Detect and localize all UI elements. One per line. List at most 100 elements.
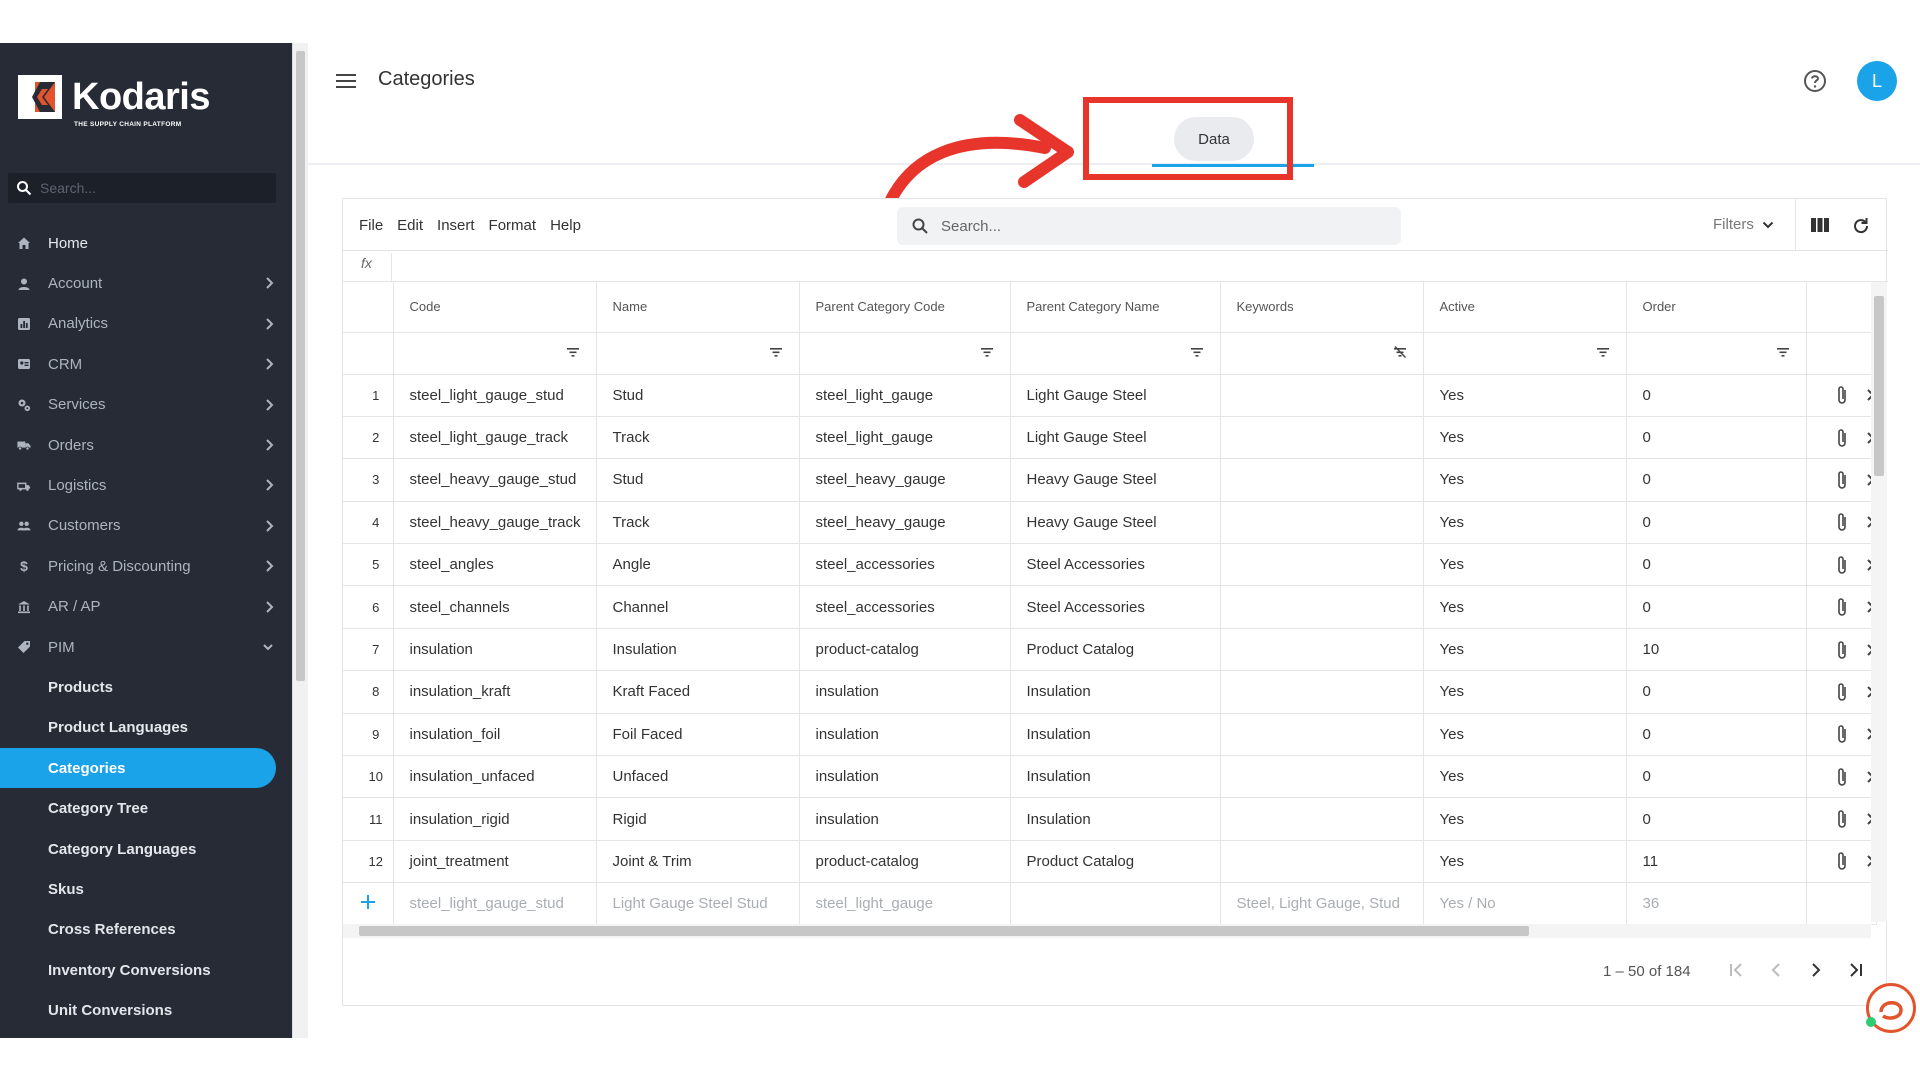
column-header-code[interactable]: Code [393, 282, 597, 333]
cell-keywords[interactable] [1220, 797, 1424, 841]
cell-order[interactable]: 0 [1626, 458, 1807, 502]
new-active-placeholder[interactable]: Yes / No [1423, 882, 1627, 926]
cell-active[interactable]: Yes [1423, 374, 1627, 417]
column-filter[interactable] [1423, 332, 1627, 375]
cell-order[interactable]: 0 [1626, 755, 1807, 799]
cell-keywords[interactable] [1220, 416, 1424, 460]
cell-parent-code[interactable]: insulation [799, 755, 1011, 799]
column-filter[interactable] [1220, 332, 1424, 375]
grid-horizontal-scrollbar-thumb[interactable] [359, 926, 1529, 936]
table-row[interactable]: 12 joint_treatment Joint & Trim product-cat… [343, 840, 1877, 884]
menu-insert[interactable]: Insert [437, 217, 475, 234]
cell-order[interactable]: 0 [1626, 374, 1807, 417]
table-row[interactable]: 8 insulation_kraft Kraft Faced insulation In… [343, 670, 1877, 714]
paperclip-icon[interactable] [1835, 766, 1849, 788]
new-keywords-placeholder[interactable]: Steel, Light Gauge, Stud [1220, 882, 1424, 926]
cell-active[interactable]: Yes [1423, 628, 1627, 672]
cell-name[interactable]: Channel [596, 585, 800, 629]
hamburger-menu-icon[interactable] [336, 73, 356, 89]
cell-active[interactable]: Yes [1423, 416, 1627, 460]
cell-name[interactable]: Track [596, 416, 800, 460]
cell-active[interactable]: Yes [1423, 585, 1627, 629]
table-row[interactable]: 1 steel_light_gauge_stud Stud steel_light_g… [343, 374, 1877, 417]
cell-active[interactable]: Yes [1423, 670, 1627, 714]
table-row[interactable]: 7 insulation Insulation product-catalog Prod… [343, 628, 1877, 672]
menu-file[interactable]: File [359, 217, 383, 234]
paperclip-icon[interactable] [1835, 554, 1849, 576]
column-header-parent-name[interactable]: Parent Category Name [1010, 282, 1221, 333]
sidebar-item-category-tree[interactable]: Category Tree [0, 788, 292, 828]
cell-parent-name[interactable]: Product Catalog [1010, 840, 1221, 884]
sidebar-scrollbar[interactable] [292, 43, 308, 1038]
grid-search-input[interactable]: Search... [897, 207, 1401, 245]
paperclip-icon[interactable] [1835, 427, 1849, 449]
paperclip-icon[interactable] [1835, 639, 1849, 661]
menu-edit[interactable]: Edit [397, 217, 423, 234]
sidebar-item-inventory-conversions[interactable]: Inventory Conversions [0, 950, 292, 990]
paperclip-icon[interactable] [1835, 469, 1849, 491]
paperclip-icon[interactable] [1835, 511, 1849, 533]
cell-keywords[interactable] [1220, 755, 1424, 799]
cell-parent-code[interactable]: steel_heavy_gauge [799, 458, 1011, 502]
paperclip-icon[interactable] [1835, 808, 1849, 830]
filters-button[interactable]: Filters [1713, 216, 1774, 233]
sidebar-search-input[interactable]: Search... [8, 173, 276, 203]
cell-code[interactable]: insulation_rigid [393, 797, 597, 841]
cell-keywords[interactable] [1220, 713, 1424, 757]
cell-code[interactable]: insulation [393, 628, 597, 672]
new-name-placeholder[interactable]: Light Gauge Steel Stud [596, 882, 800, 926]
table-row[interactable]: 2 steel_light_gauge_track Track steel_light… [343, 416, 1877, 460]
cell-parent-name[interactable]: Insulation [1010, 755, 1221, 799]
filter-icon[interactable] [769, 346, 783, 358]
column-header-keywords[interactable]: Keywords [1220, 282, 1424, 333]
cell-parent-code[interactable]: insulation [799, 797, 1011, 841]
sidebar-item-unit-conversions[interactable]: Unit Conversions [0, 990, 292, 1030]
paperclip-icon[interactable] [1835, 384, 1849, 406]
cell-order[interactable]: 0 [1626, 585, 1807, 629]
cell-parent-name[interactable]: Insulation [1010, 670, 1221, 714]
cell-code[interactable]: steel_channels [393, 585, 597, 629]
filter-off-icon[interactable] [1393, 345, 1407, 358]
cell-parent-code[interactable]: insulation [799, 670, 1011, 714]
menu-format[interactable]: Format [489, 217, 537, 234]
cell-active[interactable]: Yes [1423, 713, 1627, 757]
cell-name[interactable]: Stud [596, 458, 800, 502]
cell-parent-code[interactable]: product-catalog [799, 628, 1011, 672]
cell-parent-code[interactable]: steel_light_gauge [799, 416, 1011, 460]
cell-code[interactable]: joint_treatment [393, 840, 597, 884]
cell-active[interactable]: Yes [1423, 458, 1627, 502]
cell-parent-name[interactable]: Heavy Gauge Steel [1010, 501, 1221, 545]
sidebar-item-customers[interactable]: Customers [0, 506, 292, 546]
cell-active[interactable]: Yes [1423, 840, 1627, 884]
cell-order[interactable]: 0 [1626, 416, 1807, 460]
table-row[interactable]: 5 steel_angles Angle steel_accessories Steel… [343, 543, 1877, 587]
cell-parent-name[interactable]: Product Catalog [1010, 628, 1221, 672]
sidebar-item-pim[interactable]: PIM [0, 627, 292, 667]
sidebar-item-account[interactable]: Account [0, 263, 292, 303]
cell-parent-code[interactable]: steel_accessories [799, 543, 1011, 587]
plus-icon[interactable] [360, 894, 376, 910]
cell-parent-code[interactable]: steel_accessories [799, 585, 1011, 629]
cell-name[interactable]: Joint & Trim [596, 840, 800, 884]
cell-name[interactable]: Insulation [596, 628, 800, 672]
sidebar-item-pricing[interactable]: $ Pricing & Discounting [0, 546, 292, 586]
logo[interactable]: Kodaris THE SUPPLY CHAIN PLATFORM [18, 75, 210, 128]
cell-parent-code[interactable]: product-catalog [799, 840, 1011, 884]
cell-name[interactable]: Rigid [596, 797, 800, 841]
column-header-parent-code[interactable]: Parent Category Code [799, 282, 1011, 333]
table-row[interactable]: 11 insulation_rigid Rigid insulation Insulat… [343, 797, 1877, 841]
cell-parent-name[interactable]: Insulation [1010, 797, 1221, 841]
paperclip-icon[interactable] [1835, 850, 1849, 872]
sidebar-item-skus[interactable]: Skus [0, 869, 292, 909]
cell-name[interactable]: Angle [596, 543, 800, 587]
cell-active[interactable]: Yes [1423, 755, 1627, 799]
table-row[interactable]: 10 insulation_unfaced Unfaced insulation Ins… [343, 755, 1877, 799]
cell-order[interactable]: 0 [1626, 543, 1807, 587]
sidebar-item-category-languages[interactable]: Category Languages [0, 829, 292, 869]
cell-parent-name[interactable]: Light Gauge Steel [1010, 374, 1221, 417]
cell-code[interactable]: insulation_unfaced [393, 755, 597, 799]
add-row-button[interactable] [343, 882, 394, 926]
new-parent-code-placeholder[interactable]: steel_light_gauge [799, 882, 1011, 926]
table-row[interactable]: 4 steel_heavy_gauge_track Track steel_heavy… [343, 501, 1877, 545]
cell-keywords[interactable] [1220, 840, 1424, 884]
